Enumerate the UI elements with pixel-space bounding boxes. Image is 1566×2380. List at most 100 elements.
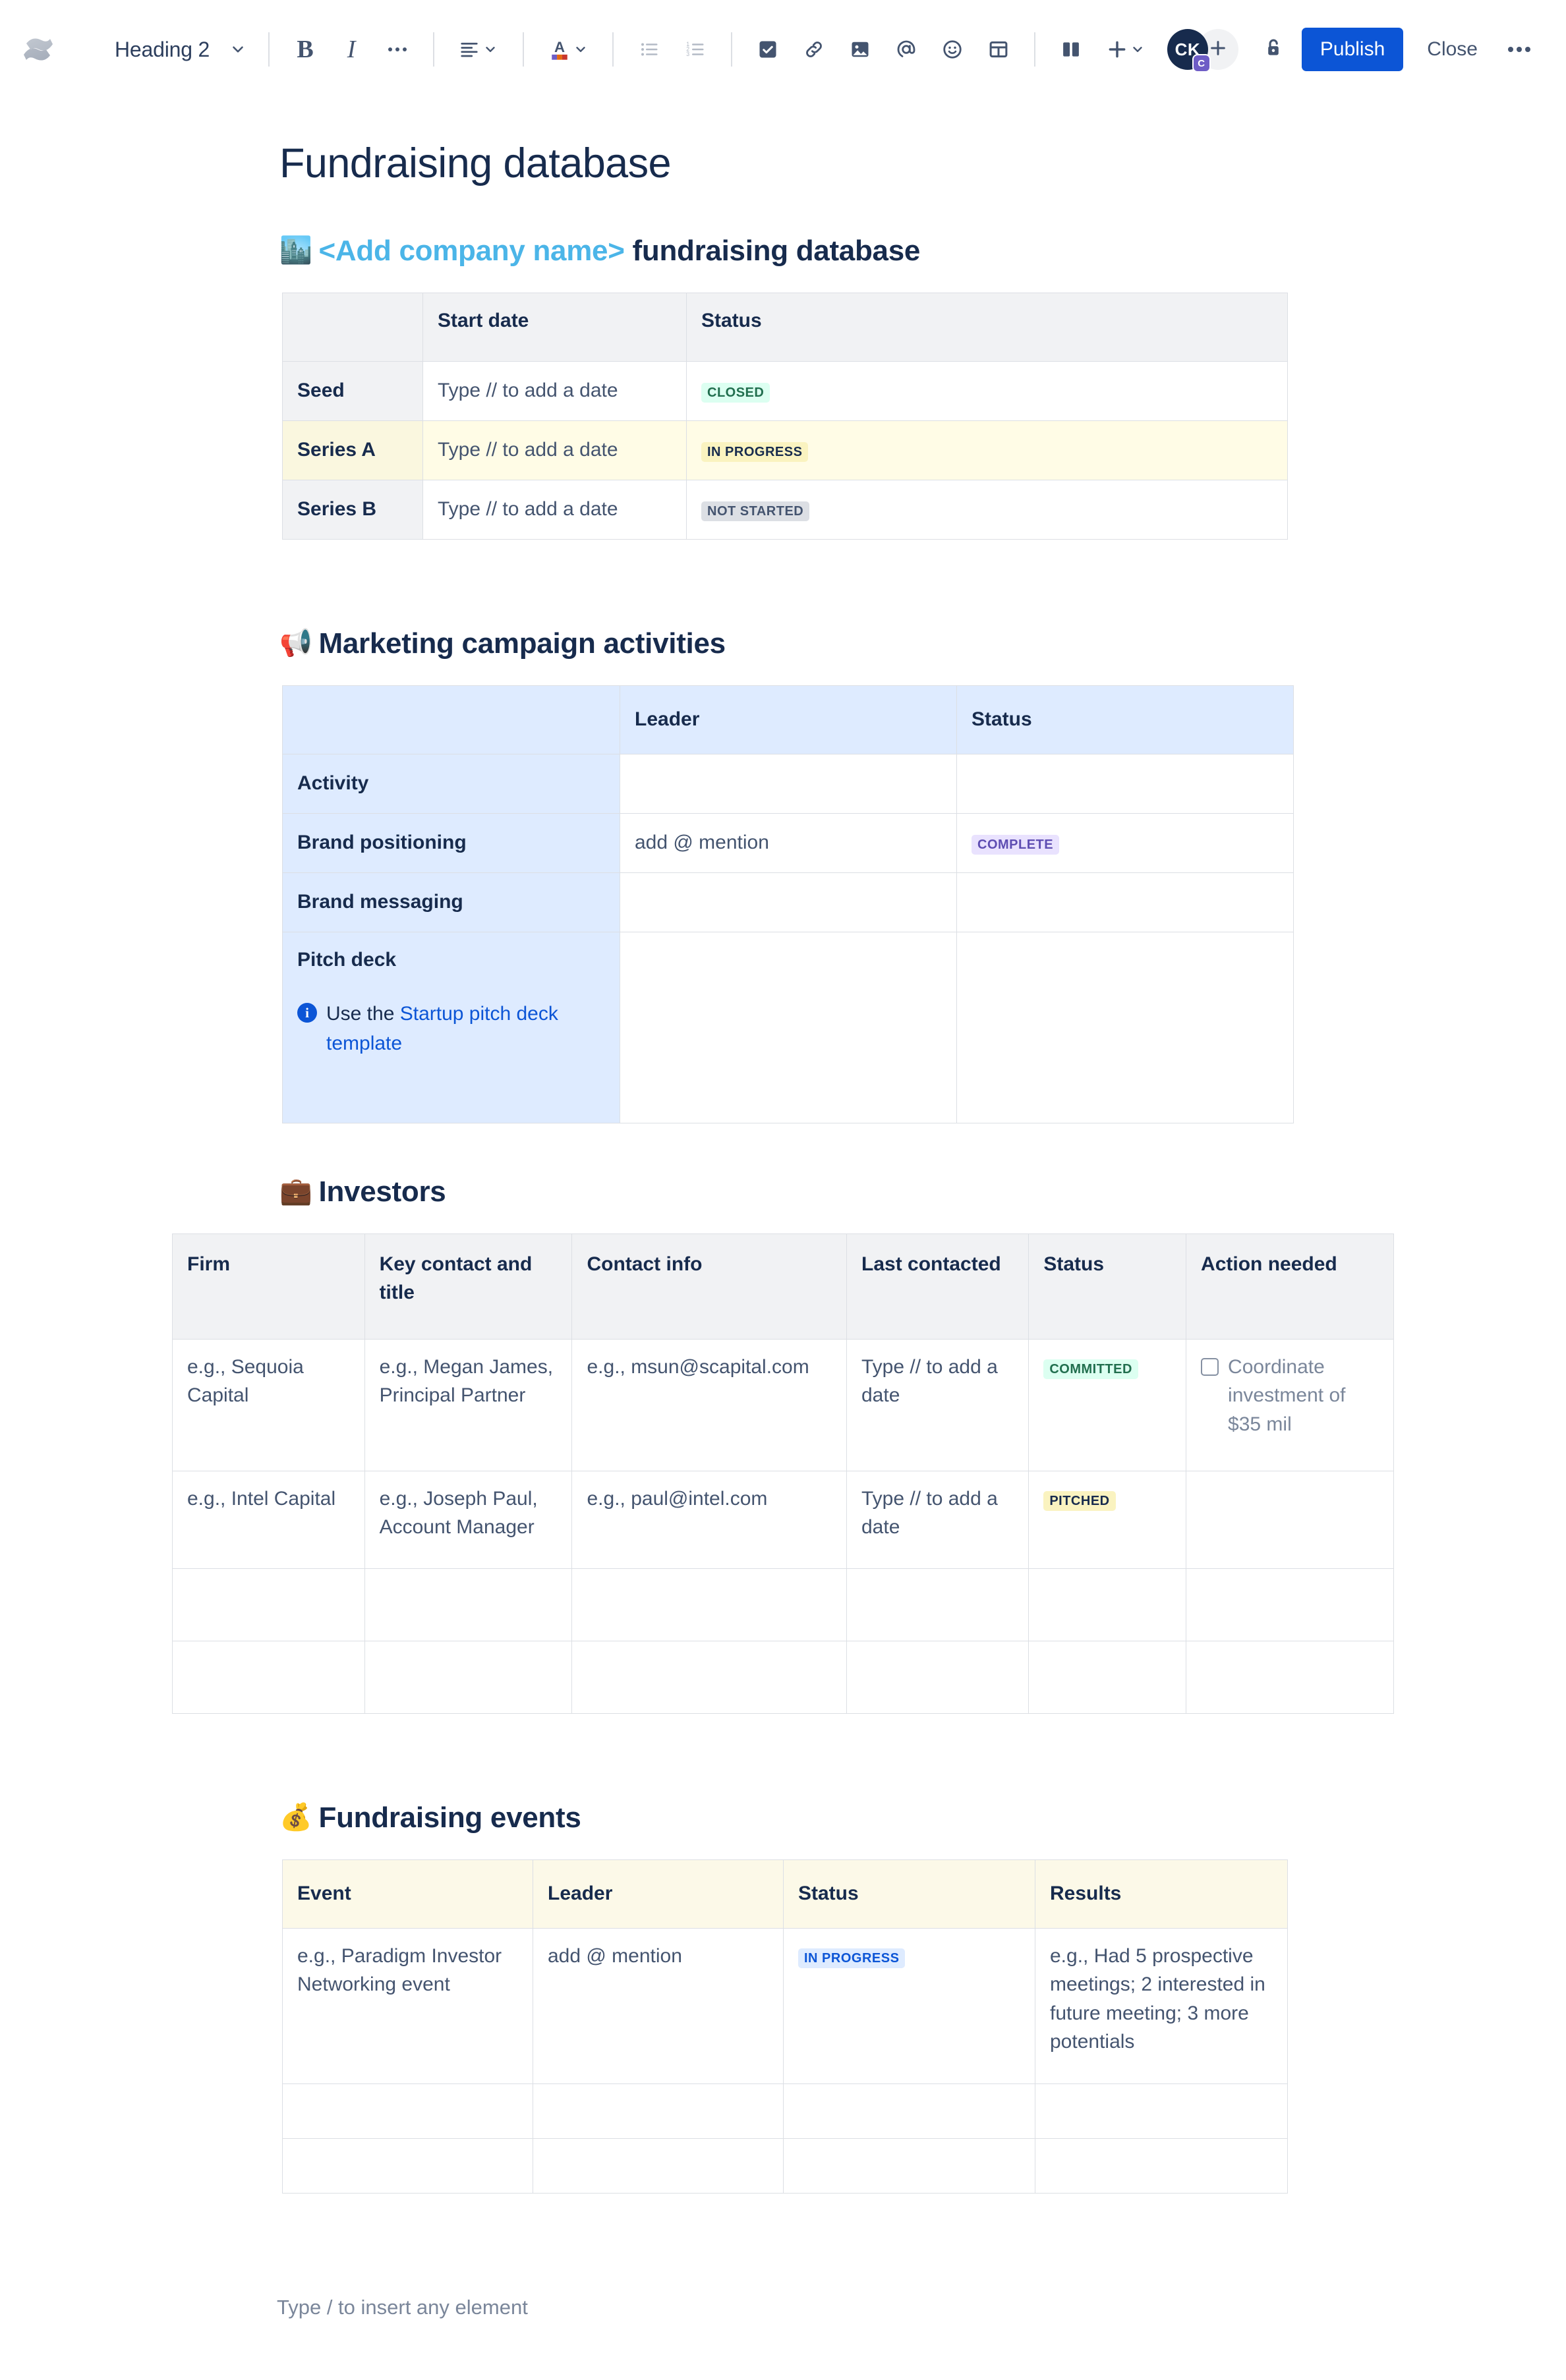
column-header-blank[interactable]	[282, 292, 423, 362]
bold-button[interactable]: B	[283, 28, 327, 71]
event-cell[interactable]	[282, 2138, 533, 2194]
column-header-firm[interactable]: Firm	[172, 1233, 365, 1340]
insert-element-placeholder[interactable]: Type / to insert any element	[277, 2296, 1308, 2319]
investors-table[interactable]: Firm Key contact and title Contact info …	[172, 1233, 1394, 1714]
contact-cell[interactable]: e.g., Megan James, Principal Partner	[364, 1338, 573, 1471]
column-header-status[interactable]: Status	[956, 685, 1294, 754]
contact-info-cell[interactable]: e.g., paul@intel.com	[571, 1470, 847, 1569]
link-button[interactable]	[792, 28, 836, 71]
action-needed-cell[interactable]	[1186, 1640, 1394, 1714]
firm-cell[interactable]: e.g., Sequoia Capital	[172, 1338, 365, 1471]
leader-cell[interactable]	[620, 931, 957, 1123]
bullet-list-button[interactable]	[627, 28, 671, 71]
emoji-button[interactable]	[931, 28, 974, 71]
more-formatting-button[interactable]	[376, 28, 419, 71]
status-cell[interactable]	[956, 931, 1294, 1123]
column-header-leader[interactable]: Leader	[533, 1859, 784, 1929]
firm-cell[interactable]	[172, 1640, 365, 1714]
insert-element-button[interactable]	[1095, 28, 1156, 71]
last-contacted-cell[interactable]	[846, 1568, 1030, 1641]
leader-cell[interactable]	[533, 2138, 784, 2194]
funding-rounds-table[interactable]: Start date Status Seed Type // to add a …	[282, 292, 1288, 540]
contact-info-cell[interactable]	[571, 1568, 847, 1641]
action-needed-cell[interactable]: Coordinate investment of $35 mil	[1186, 1338, 1394, 1471]
round-label[interactable]: Series B	[282, 479, 423, 540]
heading-investors[interactable]: 💼 Investors	[279, 1174, 1308, 1210]
status-cell[interactable]	[1028, 1568, 1187, 1641]
status-cell[interactable]: IN PROGRESS	[686, 420, 1288, 480]
heading-fundraising-database[interactable]: 🏙️ <Add company name> fundraising databa…	[279, 233, 1308, 269]
page-title[interactable]: Fundraising database	[279, 139, 1308, 189]
image-button[interactable]	[838, 28, 882, 71]
leader-cell[interactable]: add @ mention	[533, 1927, 784, 2084]
action-checkbox[interactable]	[1201, 1357, 1219, 1376]
leader-cell[interactable]	[620, 753, 957, 814]
status-cell[interactable]: CLOSED	[686, 360, 1288, 421]
start-date-cell[interactable]: Type // to add a date	[422, 479, 687, 540]
column-header-status[interactable]: Status	[1028, 1233, 1187, 1340]
action-needed-cell[interactable]	[1186, 1470, 1394, 1569]
action-needed-cell[interactable]	[1186, 1568, 1394, 1641]
confluence-logo-icon[interactable]	[20, 31, 57, 68]
results-cell[interactable]: e.g., Had 5 prospective meetings; 2 inte…	[1035, 1927, 1288, 2084]
status-cell[interactable]	[1028, 1640, 1187, 1714]
column-header-contact-info[interactable]: Contact info	[571, 1233, 847, 1340]
leader-cell[interactable]	[620, 872, 957, 932]
status-cell[interactable]	[956, 872, 1294, 932]
event-cell[interactable]: e.g., Paradigm Investor Networking event	[282, 1927, 533, 2084]
text-alignment-button[interactable]	[448, 28, 509, 71]
results-cell[interactable]	[1035, 2083, 1288, 2139]
status-cell[interactable]: IN PROGRESS	[783, 1927, 1035, 2084]
marketing-activities-table[interactable]: Leader Status Activity Brand positioning…	[282, 685, 1294, 1123]
publish-button[interactable]: Publish	[1301, 28, 1404, 71]
status-cell[interactable]	[956, 753, 1294, 814]
start-date-cell[interactable]: Type // to add a date	[422, 360, 687, 421]
contact-info-cell[interactable]	[571, 1640, 847, 1714]
column-header-leader[interactable]: Leader	[620, 685, 957, 754]
layout-button[interactable]	[1049, 28, 1093, 71]
italic-button[interactable]: I	[330, 28, 373, 71]
contact-info-cell[interactable]: e.g., msun@scapital.com	[571, 1338, 847, 1471]
fundraising-events-table[interactable]: Event Leader Status Results e.g., Paradi…	[282, 1859, 1288, 2194]
column-header-status[interactable]: Status	[686, 292, 1288, 362]
status-cell[interactable]: NOT STARTED	[686, 479, 1288, 540]
column-header-last-contacted[interactable]: Last contacted	[846, 1233, 1030, 1340]
leader-cell[interactable]	[533, 2083, 784, 2139]
firm-cell[interactable]	[172, 1568, 365, 1641]
results-cell[interactable]	[1035, 2138, 1288, 2194]
last-contacted-cell[interactable]	[846, 1640, 1030, 1714]
mention-button[interactable]	[884, 28, 928, 71]
action-item-button[interactable]	[746, 28, 790, 71]
text-style-select[interactable]: Heading 2	[105, 28, 256, 71]
column-header-start-date[interactable]: Start date	[422, 292, 687, 362]
status-cell[interactable]: COMPLETE	[956, 812, 1294, 873]
avatar[interactable]: CK C	[1167, 29, 1211, 72]
column-header-blank[interactable]	[282, 685, 620, 754]
column-header-action-needed[interactable]: Action needed	[1186, 1233, 1394, 1340]
numbered-list-button[interactable]: 1 2 3	[674, 28, 717, 71]
activity-label[interactable]: Brand positioning	[282, 812, 620, 873]
column-header-results[interactable]: Results	[1035, 1859, 1288, 1929]
heading-marketing-campaign-activities[interactable]: 📢 Marketing campaign activities	[279, 625, 1308, 662]
pitch-deck-cell[interactable]: Pitch deck i Use the Startup pitch deck …	[282, 931, 620, 1123]
contact-cell[interactable]: e.g., Joseph Paul, Account Manager	[364, 1470, 573, 1569]
status-cell[interactable]	[783, 2138, 1035, 2194]
column-header-status[interactable]: Status	[783, 1859, 1035, 1929]
page-restrictions-button[interactable]	[1253, 29, 1294, 70]
round-label[interactable]: Series A	[282, 420, 423, 480]
table-button[interactable]	[977, 28, 1020, 71]
status-cell[interactable]	[783, 2083, 1035, 2139]
round-label[interactable]: Seed	[282, 360, 423, 421]
leader-cell[interactable]: add @ mention	[620, 812, 957, 873]
status-cell[interactable]: COMMITTED	[1028, 1338, 1187, 1471]
contact-cell[interactable]	[364, 1640, 573, 1714]
activity-label[interactable]: Brand messaging	[282, 872, 620, 932]
firm-cell[interactable]: e.g., Intel Capital	[172, 1470, 365, 1569]
activity-label[interactable]: Activity	[282, 753, 620, 814]
more-actions-button[interactable]	[1497, 28, 1541, 71]
last-contacted-cell[interactable]: Type // to add a date	[846, 1470, 1030, 1569]
heading-fundraising-events[interactable]: 💰 Fundraising events	[279, 1799, 1308, 1836]
column-header-key-contact[interactable]: Key contact and title	[364, 1233, 573, 1340]
status-cell[interactable]: PITCHED	[1028, 1470, 1187, 1569]
start-date-cell[interactable]: Type // to add a date	[422, 420, 687, 480]
